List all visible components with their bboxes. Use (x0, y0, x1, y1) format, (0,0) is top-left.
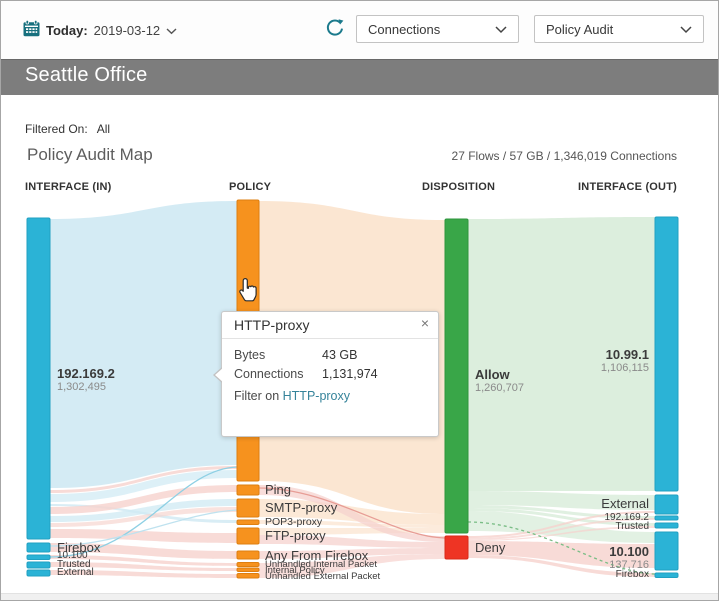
flow-in-192169-2→po-http[interactable] (50, 201, 237, 488)
tooltip-row: Bytes 43 GB (234, 348, 426, 362)
node-di-deny[interactable] (444, 535, 469, 560)
filter-on-label: Filter on (234, 389, 283, 403)
node-out-firebox[interactable] (654, 572, 679, 578)
tooltip-bytes-label: Bytes (234, 348, 266, 362)
tooltip-http-proxy: HTTP-proxy × Bytes 43 GB Connections 1,1… (213, 311, 439, 437)
page-title: Policy Audit Map (27, 145, 153, 164)
totals-summary: 27 Flows / 57 GB / 1,346,019 Connections (451, 149, 677, 163)
filtered-on-label: Filtered On: (25, 122, 88, 136)
column-header-disposition: DISPOSITION (422, 181, 496, 193)
column-header-interface-in: INTERFACE (IN) (25, 181, 112, 193)
tooltip-title: HTTP-proxy (234, 317, 310, 333)
filtered-on-value: All (96, 122, 111, 136)
flow-di-allow→out-10-99-1[interactable] (468, 217, 655, 491)
node-po-anyff[interactable] (236, 550, 260, 560)
node-out-192169-2[interactable] (654, 515, 679, 521)
node-out-10-100[interactable] (654, 531, 679, 571)
node-in-external[interactable] (26, 569, 51, 577)
node-di-allow[interactable] (444, 218, 469, 534)
node-po-pop3[interactable] (236, 519, 260, 525)
node-po-ip[interactable] (236, 567, 260, 572)
close-icon[interactable]: × (421, 315, 429, 332)
column-header-interface-out: INTERFACE (OUT) (578, 181, 677, 193)
node-po-ping[interactable] (236, 484, 260, 496)
tooltip-bytes-value: 43 GB (322, 348, 358, 362)
node-out-trusted[interactable] (654, 522, 679, 529)
node-po-ftp[interactable] (236, 527, 260, 545)
app-window: Today: 2019-03-12 Connections Policy Aud… (0, 0, 719, 601)
node-in-firebox[interactable] (26, 542, 51, 553)
node-out-external[interactable] (654, 494, 679, 515)
node-in-trusted[interactable] (26, 561, 51, 569)
tooltip-connections-value: 1,131,974 (322, 367, 378, 381)
node-po-smtp[interactable] (236, 498, 260, 518)
tooltip-row: Connections 1,131,974 (234, 367, 426, 381)
node-in-10-100[interactable] (26, 554, 51, 560)
node-po-uip[interactable] (236, 562, 260, 567)
tooltip-connections-label: Connections (234, 367, 304, 381)
sankey-diagram (26, 199, 679, 579)
node-out-10-99-1[interactable] (654, 216, 679, 492)
filtered-on: Filtered On: All (25, 122, 110, 136)
filter-on-http-proxy-link[interactable]: HTTP-proxy (283, 389, 350, 403)
tooltip-filter-link-row: Filter on HTTP-proxy (234, 389, 426, 403)
flow-flow[interactable] (50, 570, 237, 578)
node-in-192169-2[interactable] (26, 217, 51, 540)
node-po-uep[interactable] (236, 573, 260, 579)
column-header-policy: POLICY (229, 181, 272, 193)
